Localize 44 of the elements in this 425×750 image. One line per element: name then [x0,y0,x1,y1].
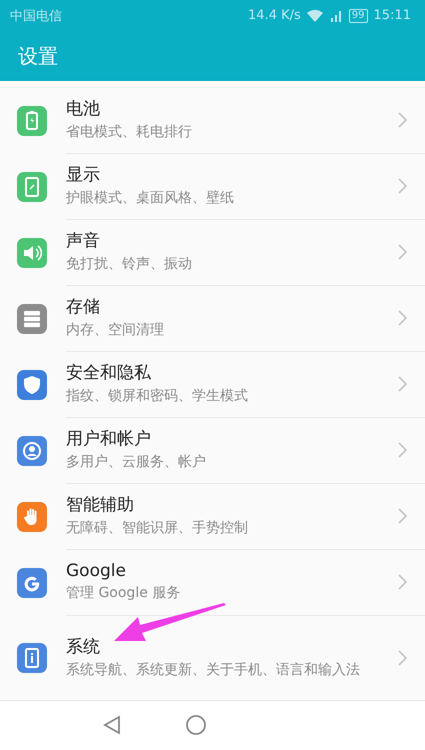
item-subtitle: 省电模式、耗电排行 [66,123,193,142]
chevron-icon [398,376,407,392]
item-subtitle: 管理 Google 服务 [66,584,182,603]
chevron-icon [398,508,407,524]
settings-item[interactable]: 声音 免打扰、铃声、振动 [0,220,425,286]
chevron-icon [398,178,407,194]
item-title: Google [66,560,127,581]
network-speed: 14.4 K/s [248,8,301,24]
item-title: 声音 [66,230,101,252]
settings-item[interactable]: 存储 内存、空间清理 [0,286,425,352]
item-title: 电池 [66,98,101,120]
page-title: 设置 [18,42,58,70]
home-button[interactable] [185,714,207,736]
settings-item[interactable]: 安全和隐私 指纹、锁屏和密码、学生模式 [0,352,425,418]
signal-icon [328,10,343,22]
settings-item[interactable]: 智能辅助 无障碍、智能识屏、手势控制 [0,484,425,550]
item-title: 存储 [66,296,101,318]
item-title: 用户和帐户 [66,428,152,450]
chevron-icon [398,442,407,458]
item-subtitle: 指纹、锁屏和密码、学生模式 [66,387,249,406]
item-title: 显示 [66,164,101,186]
clock: 15:11 [374,8,411,24]
settings-item[interactable]: 系统 系统导航、系统更新、关于手机、语言和输入法 [0,616,425,700]
settings-item[interactable]: 用户和帐户 多用户、云服务、帐户 [0,418,425,484]
item-subtitle: 内存、空间清理 [66,321,165,340]
settings-item[interactable]: 显示 护眼模式、桌面风格、壁纸 [0,154,425,220]
carrier-name: 中国电信 [10,8,62,25]
item-subtitle: 多用户、云服务、帐户 [66,453,207,472]
battery-level: 99 [348,8,368,23]
settings-item[interactable]: 电池 省电模式、耗电排行 [0,88,425,154]
item-subtitle: 无障碍、智能识屏、手势控制 [66,519,249,538]
chevron-icon [398,574,407,590]
item-title: 智能辅助 [66,494,135,516]
item-subtitle: 免打扰、铃声、振动 [66,255,193,274]
item-subtitle: 系统导航、系统更新、关于手机、语言和输入法 [66,660,361,680]
back-button[interactable] [103,715,121,736]
chevron-icon [398,112,407,128]
chevron-icon [398,650,407,666]
wifi-icon [306,10,323,22]
item-title: 安全和隐私 [66,362,152,384]
item-title: 系统 [66,636,101,658]
chevron-icon [398,310,407,326]
item-subtitle: 护眼模式、桌面风格、壁纸 [66,189,235,208]
chevron-icon [398,244,407,260]
